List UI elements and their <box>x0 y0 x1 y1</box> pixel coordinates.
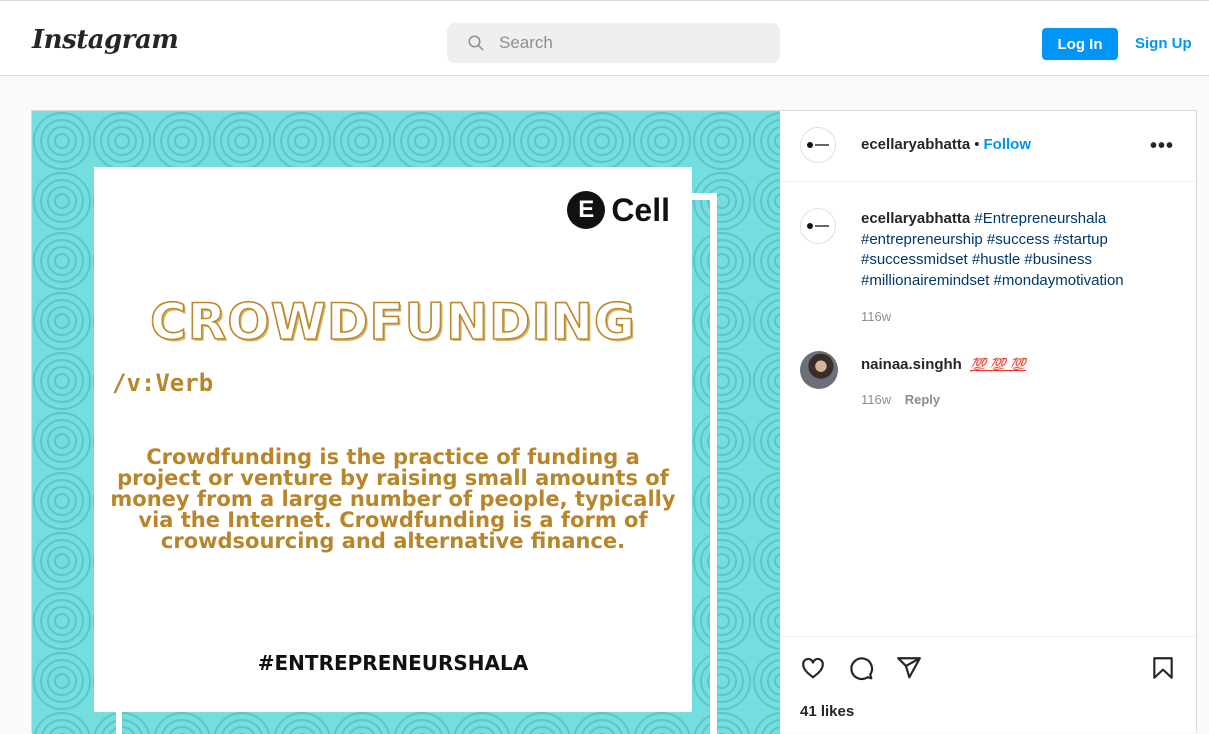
caption-author-avatar[interactable] <box>800 208 836 244</box>
post-author-row: ecellaryabhatta • Follow <box>861 136 1031 153</box>
search-box[interactable] <box>447 23 780 63</box>
definition-card: E Cell CROWDFUNDING /v:Verb Crowdfunding… <box>94 167 692 712</box>
caption-author[interactable]: ecellaryabhatta <box>861 210 970 227</box>
comment-meta: 116w Reply <box>861 392 940 407</box>
comment-text: 💯 💯 💯 <box>970 357 1026 372</box>
post-caption: ecellaryabhatta #Entrepreneurshala #entr… <box>861 209 1181 291</box>
bookmark-icon[interactable] <box>1150 655 1176 681</box>
post-header: ecellaryabhatta • Follow ••• <box>780 111 1196 182</box>
ecell-logo: E Cell <box>567 191 670 229</box>
search-icon <box>468 35 484 51</box>
comment-timestamp: 116w <box>861 392 892 407</box>
part-of-speech: /v:Verb <box>112 369 214 397</box>
dot-separator: • <box>974 136 980 153</box>
headline-word: CROWDFUNDING <box>149 292 636 352</box>
post-container: E Cell CROWDFUNDING /v:Verb Crowdfunding… <box>31 110 1197 734</box>
image-hashtag: #ENTREPRENEURSHALA <box>257 651 529 675</box>
follow-button[interactable]: Follow <box>984 136 1032 153</box>
likes-count[interactable]: 41 likes <box>800 703 854 720</box>
ecell-logo-word: Cell <box>611 191 670 228</box>
comment-icon[interactable] <box>848 655 874 681</box>
share-icon[interactable] <box>896 655 922 681</box>
top-navigation-bar: Instagram Log In Sign Up <box>0 0 1209 76</box>
author-avatar[interactable] <box>800 127 836 163</box>
frame-line <box>710 193 717 734</box>
comment-username[interactable]: nainaa.singhh <box>861 356 962 373</box>
action-bar: 41 likes <box>780 636 1196 734</box>
search-input[interactable] <box>499 33 759 53</box>
caption-timestamp: 116w <box>861 309 892 324</box>
instagram-logo[interactable]: Instagram <box>32 25 179 55</box>
author-username[interactable]: ecellaryabhatta <box>861 136 970 153</box>
commenter-avatar[interactable] <box>800 351 838 389</box>
signup-link[interactable]: Sign Up <box>1135 35 1192 52</box>
post-sidebar: ecellaryabhatta • Follow ••• ecellaryabhat… <box>780 111 1196 734</box>
post-image[interactable]: E Cell CROWDFUNDING /v:Verb Crowdfunding… <box>32 111 780 734</box>
ecell-logo-letter: E <box>567 191 606 229</box>
frame-line <box>116 711 122 734</box>
definition-text: Crowdfunding is the practice of funding … <box>110 445 676 553</box>
login-button[interactable]: Log In <box>1042 28 1118 60</box>
reply-button[interactable]: Reply <box>905 392 940 407</box>
more-icon[interactable]: ••• <box>1150 135 1174 158</box>
comment-item: nainaa.singhh 💯 💯 💯 <box>861 356 1026 373</box>
heart-icon[interactable] <box>800 655 826 681</box>
